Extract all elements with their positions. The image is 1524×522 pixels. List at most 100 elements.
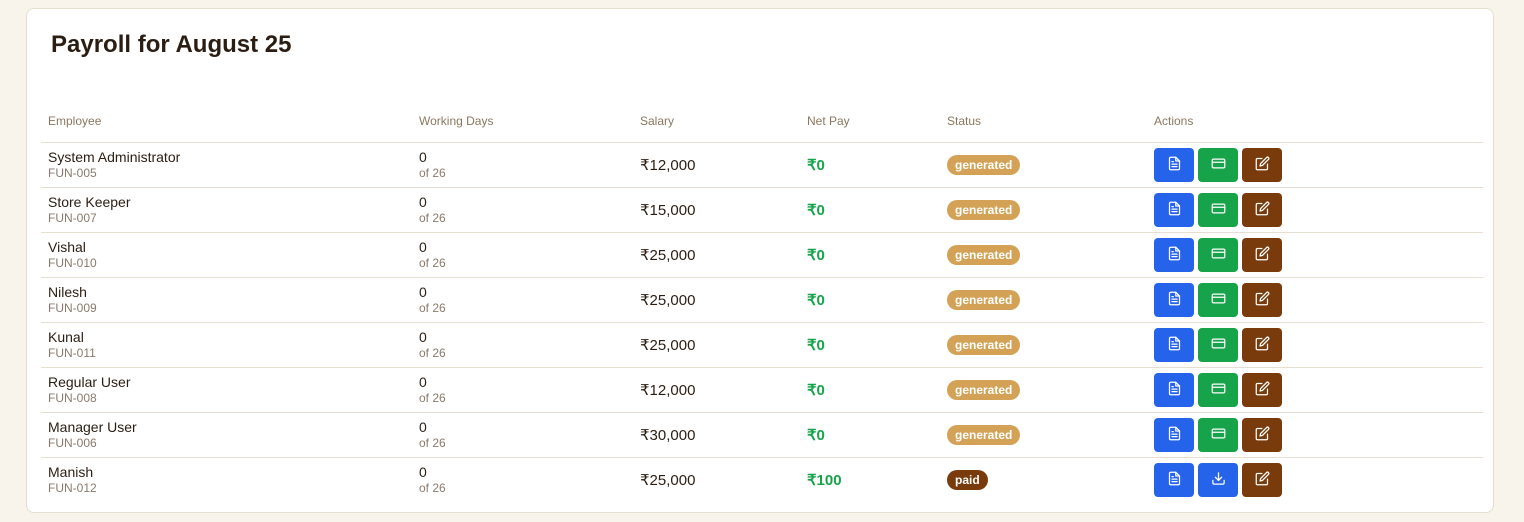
employee-cell: Store Keeper FUN-007: [41, 187, 412, 233]
payroll-card: Payroll for August 25 Employee Working D…: [26, 8, 1494, 513]
status-cell: paid: [940, 458, 1147, 503]
working-days-value: 0: [419, 284, 427, 300]
view-payslip-button[interactable]: [1154, 193, 1194, 227]
employee-name: System Administrator: [48, 149, 181, 165]
working-days-total: of 26: [419, 346, 446, 360]
working-days-value: 0: [419, 239, 427, 255]
document-icon: [1167, 336, 1182, 354]
employee-cell: Manish FUN-012: [41, 458, 412, 503]
actions-cell: [1147, 142, 1483, 188]
status-badge: paid: [947, 470, 988, 490]
action-buttons: [1154, 463, 1483, 497]
edit-button[interactable]: [1242, 193, 1282, 227]
working-days-value: 0: [419, 194, 427, 210]
actions-cell: [1147, 367, 1483, 413]
status-cell: generated: [940, 412, 1147, 458]
edit-button[interactable]: [1242, 463, 1282, 497]
table-row: Vishal FUN-010 0 of 26 ₹25,000 ₹0 genera…: [41, 232, 1483, 278]
working-days-value: 0: [419, 329, 427, 345]
table-header-row: Employee Working Days Salary Net Pay Sta…: [41, 99, 1483, 143]
document-icon: [1167, 426, 1182, 444]
actions-cell: [1147, 412, 1483, 458]
status-badge: generated: [947, 380, 1021, 400]
action-buttons: [1154, 238, 1483, 272]
edit-icon: [1255, 336, 1270, 354]
column-header-net-pay: Net Pay: [800, 99, 940, 143]
edit-button[interactable]: [1242, 148, 1282, 182]
edit-button[interactable]: [1242, 373, 1282, 407]
employee-name: Kunal: [48, 329, 84, 345]
employee-cell: Kunal FUN-011: [41, 322, 412, 368]
working-days-cell: 0 of 26: [412, 277, 633, 323]
salary-value: ₹25,000: [633, 277, 800, 323]
payment-button[interactable]: [1198, 328, 1238, 362]
net-pay-value: ₹0: [800, 412, 940, 458]
employee-name: Vishal: [48, 239, 86, 255]
working-days-cell: 0 of 26: [412, 142, 633, 188]
actions-cell: [1147, 277, 1483, 323]
status-badge: generated: [947, 335, 1021, 355]
net-pay-value: ₹0: [800, 367, 940, 413]
page-title: Payroll for August 25: [51, 31, 292, 58]
document-icon: [1167, 201, 1182, 219]
payment-button[interactable]: [1198, 148, 1238, 182]
status-cell: generated: [940, 187, 1147, 233]
edit-button[interactable]: [1242, 328, 1282, 362]
employee-code: FUN-005: [48, 166, 97, 180]
view-payslip-button[interactable]: [1154, 148, 1194, 182]
column-header-employee: Employee: [41, 99, 412, 143]
salary-value: ₹30,000: [633, 412, 800, 458]
employee-name: Regular User: [48, 374, 131, 390]
column-header-actions: Actions: [1147, 99, 1483, 143]
salary-value: ₹12,000: [633, 367, 800, 413]
payment-button[interactable]: [1198, 373, 1238, 407]
working-days-cell: 0 of 26: [412, 232, 633, 278]
view-payslip-button[interactable]: [1154, 418, 1194, 452]
working-days-total: of 26: [419, 211, 446, 225]
view-payslip-button[interactable]: [1154, 463, 1194, 497]
download-button[interactable]: [1198, 463, 1238, 497]
edit-button[interactable]: [1242, 418, 1282, 452]
working-days-cell: 0 of 26: [412, 322, 633, 368]
employee-cell: System Administrator FUN-005: [41, 142, 412, 188]
employee-code: FUN-008: [48, 391, 97, 405]
payment-button[interactable]: [1198, 238, 1238, 272]
employee-cell: Regular User FUN-008: [41, 367, 412, 413]
status-badge: generated: [947, 155, 1021, 175]
status-badge: generated: [947, 290, 1021, 310]
payment-button[interactable]: [1198, 193, 1238, 227]
edit-icon: [1255, 201, 1270, 219]
view-payslip-button[interactable]: [1154, 373, 1194, 407]
payment-button[interactable]: [1198, 283, 1238, 317]
credit-card-icon: [1211, 246, 1226, 264]
payment-button[interactable]: [1198, 418, 1238, 452]
working-days-total: of 26: [419, 166, 446, 180]
column-header-status: Status: [940, 99, 1147, 143]
credit-card-icon: [1211, 426, 1226, 444]
working-days-total: of 26: [419, 391, 446, 405]
status-cell: generated: [940, 322, 1147, 368]
view-payslip-button[interactable]: [1154, 238, 1194, 272]
edit-button[interactable]: [1242, 238, 1282, 272]
table-row: Nilesh FUN-009 0 of 26 ₹25,000 ₹0 genera…: [41, 277, 1483, 323]
action-buttons: [1154, 148, 1483, 182]
edit-icon: [1255, 156, 1270, 174]
net-pay-value: ₹0: [800, 277, 940, 323]
employee-code: FUN-012: [48, 481, 97, 495]
edit-icon: [1255, 246, 1270, 264]
view-payslip-button[interactable]: [1154, 328, 1194, 362]
net-pay-value: ₹0: [800, 142, 940, 188]
credit-card-icon: [1211, 381, 1226, 399]
employee-code: FUN-007: [48, 211, 97, 225]
table-row: Store Keeper FUN-007 0 of 26 ₹15,000 ₹0 …: [41, 187, 1483, 233]
credit-card-icon: [1211, 291, 1226, 309]
edit-button[interactable]: [1242, 283, 1282, 317]
view-payslip-button[interactable]: [1154, 283, 1194, 317]
employee-name: Manish: [48, 464, 94, 480]
salary-value: ₹25,000: [640, 472, 696, 489]
payroll-table: Employee Working Days Salary Net Pay Sta…: [41, 99, 1483, 502]
status-cell: generated: [940, 232, 1147, 278]
status-badge: generated: [947, 425, 1021, 445]
action-buttons: [1154, 418, 1483, 452]
employee-name: Store Keeper: [48, 194, 131, 210]
